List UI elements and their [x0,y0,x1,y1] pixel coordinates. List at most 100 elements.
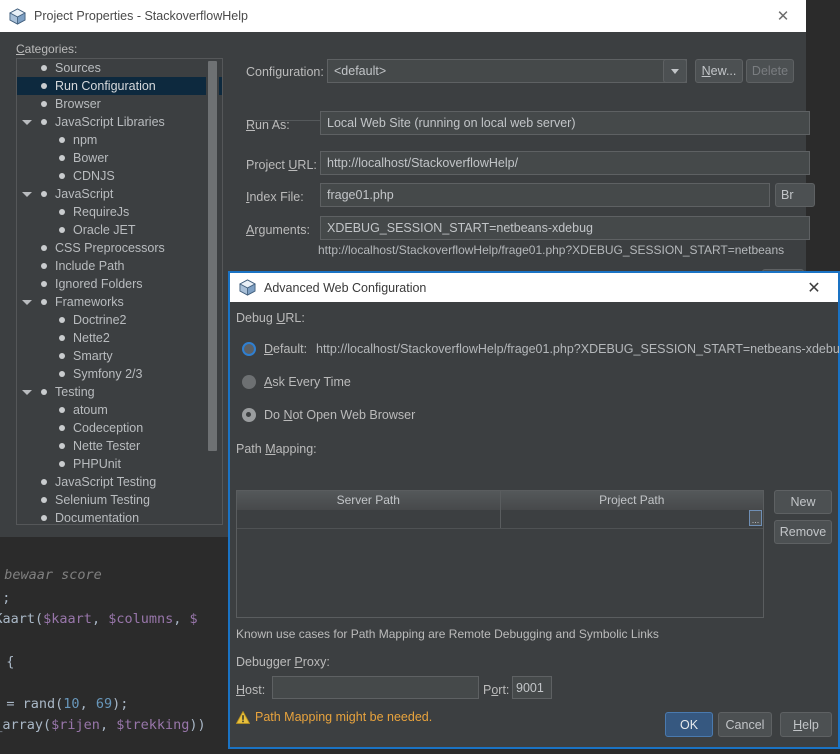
sidebar-item-browser[interactable]: Browser [17,95,222,113]
sidebar-item-selenium-testing[interactable]: Selenium Testing [17,491,222,509]
sidebar-item-smarty[interactable]: Smarty [17,347,222,365]
sidebar-item-npm[interactable]: npm [17,131,222,149]
category-bullet-icon [41,281,47,287]
project-properties-titlebar[interactable]: Project Properties - StackoverflowHelp ✕ [0,0,806,32]
advanced-dialog-titlebar[interactable]: Advanced Web Configuration ✕ [230,273,838,302]
chevron-down-icon[interactable] [22,300,32,305]
sidebar-item-javascript-libraries[interactable]: JavaScript Libraries [17,113,222,131]
chevron-down-icon[interactable] [22,390,32,395]
remove-path-mapping-button[interactable]: Remove [774,520,832,544]
host-label: Host: [236,683,266,697]
sidebar-item-phpunit[interactable]: PHPUnit [17,455,222,473]
sidebar-item-nette2[interactable]: Nette2 [17,329,222,347]
column-header-server-path[interactable]: Server Path [237,491,501,510]
arguments-label: Arguments: [246,223,310,237]
sidebar-item-sources[interactable]: Sources [17,59,222,77]
cell-server-path[interactable] [237,510,501,528]
close-icon[interactable]: ✕ [760,0,806,32]
column-header-project-path[interactable]: Project Path [501,491,764,510]
cell-browse-button[interactable]: ... [749,510,762,526]
sidebar-item-label: Nette2 [73,331,110,345]
port-input[interactable]: 9001 [512,676,552,699]
help-button[interactable]: Help [780,712,832,737]
sidebar-item-include-path[interactable]: Include Path [17,257,222,275]
sidebar-item-nette-tester[interactable]: Nette Tester [17,437,222,455]
index-file-browse-button[interactable]: Br [775,183,815,207]
configuration-label: Configuration: [246,65,324,79]
radio-ask-every-time-label[interactable]: Ask Every Time [264,375,351,389]
sidebar-item-atoum[interactable]: atoum [17,401,222,419]
path-mapping-table[interactable]: Server Path Project Path ... [236,490,764,618]
run-as-combo[interactable]: Local Web Site (running on local web ser… [320,111,810,135]
sidebar-item-javascript[interactable]: JavaScript [17,185,222,203]
sidebar-item-label: atoum [73,403,108,417]
footer-separator [230,710,838,711]
sidebar-item-oracle-jet[interactable]: Oracle JET [17,221,222,239]
sidebar-item-bower[interactable]: Bower [17,149,222,167]
delete-configuration-button[interactable]: Delete [746,59,794,83]
categories-tree[interactable]: Sources Run Configuration Browser JavaScrip… [16,58,223,525]
sidebar-item-documentation[interactable]: Documentation [17,509,222,525]
new-configuration-label: New... [701,64,737,78]
configuration-combo[interactable]: <default> [327,59,687,83]
categories-label: Categories: [16,42,78,56]
sidebar-item-doctrine2[interactable]: Doctrine2 [17,311,222,329]
sidebar-item-javascript-testing[interactable]: JavaScript Testing [17,473,222,491]
category-bullet-icon [41,119,47,125]
sidebar-item-css-preprocessors[interactable]: CSS Preprocessors [17,239,222,257]
sidebar-item-cdnjs[interactable]: CDNJS [17,167,222,185]
category-bullet-icon [41,83,47,89]
category-bullet-icon [41,479,47,485]
debug-url-label: Debug URL: [236,311,305,325]
table-row[interactable]: ... [237,510,763,529]
radio-do-not-open-web-browser-label[interactable]: Do Not Open Web Browser [264,408,415,422]
category-bullet-icon [41,389,47,395]
new-configuration-button[interactable]: New... [695,59,743,83]
netbeans-cube-icon [239,279,256,296]
host-input[interactable] [272,676,479,699]
configuration-combo-arrow-button[interactable] [663,59,687,83]
sidebar-item-ignored-folders[interactable]: Ignored Folders [17,275,222,293]
sidebar-item-symfony-2-3[interactable]: Symfony 2/3 [17,365,222,383]
radio-default-label[interactable]: Default: [264,342,307,356]
cell-project-path[interactable]: ... [501,510,764,528]
close-icon[interactable]: ✕ [794,273,834,302]
project-url-label: Project URL: [246,158,317,172]
chevron-down-icon[interactable] [22,120,32,125]
project-url-input[interactable]: http://localhost/StackoverflowHelp/ [320,151,810,175]
cancel-button[interactable]: Cancel [718,712,772,737]
index-file-input[interactable]: frage01.php [320,183,770,207]
radio-ask-every-time[interactable] [242,375,256,389]
sidebar-item-requirejs[interactable]: RequireJs [17,203,222,221]
sidebar-item-testing[interactable]: Testing [17,383,222,401]
sidebar-item-run-configuration[interactable]: Run Configuration [17,77,222,95]
categories-scrollbar[interactable] [206,59,219,522]
category-bullet-icon [59,155,65,161]
sidebar-item-label: Documentation [55,511,140,525]
sidebar-item-codeception[interactable]: Codeception [17,419,222,437]
category-bullet-icon [59,227,65,233]
sidebar-item-frameworks[interactable]: Frameworks [17,293,222,311]
run-as-label: Run As: [246,118,290,132]
categories-scrollbar-thumb[interactable] [208,61,217,451]
category-bullet-icon [41,101,47,107]
category-bullet-icon [59,173,65,179]
radio-default[interactable] [242,342,256,356]
category-bullet-icon [59,137,65,143]
radio-do-not-open-web-browser[interactable] [242,408,256,422]
category-bullet-icon [59,425,65,431]
new-path-mapping-button[interactable]: New [774,490,832,514]
sidebar-item-label: Browser [55,97,101,111]
chevron-down-icon[interactable] [22,192,32,197]
category-bullet-icon [41,65,47,71]
category-bullet-icon [41,263,47,269]
sidebar-item-label: JavaScript [55,187,114,201]
advanced-dialog-title: Advanced Web Configuration [264,280,427,295]
category-bullet-icon [59,371,65,377]
sidebar-item-label: npm [73,133,98,147]
ok-button-label: OK [679,717,699,732]
sidebar-item-label: CDNJS [73,169,115,183]
sidebar-item-label: Codeception [73,421,144,435]
ok-button[interactable]: OK [665,712,713,737]
arguments-input[interactable]: XDEBUG_SESSION_START=netbeans-xdebug [320,216,810,240]
